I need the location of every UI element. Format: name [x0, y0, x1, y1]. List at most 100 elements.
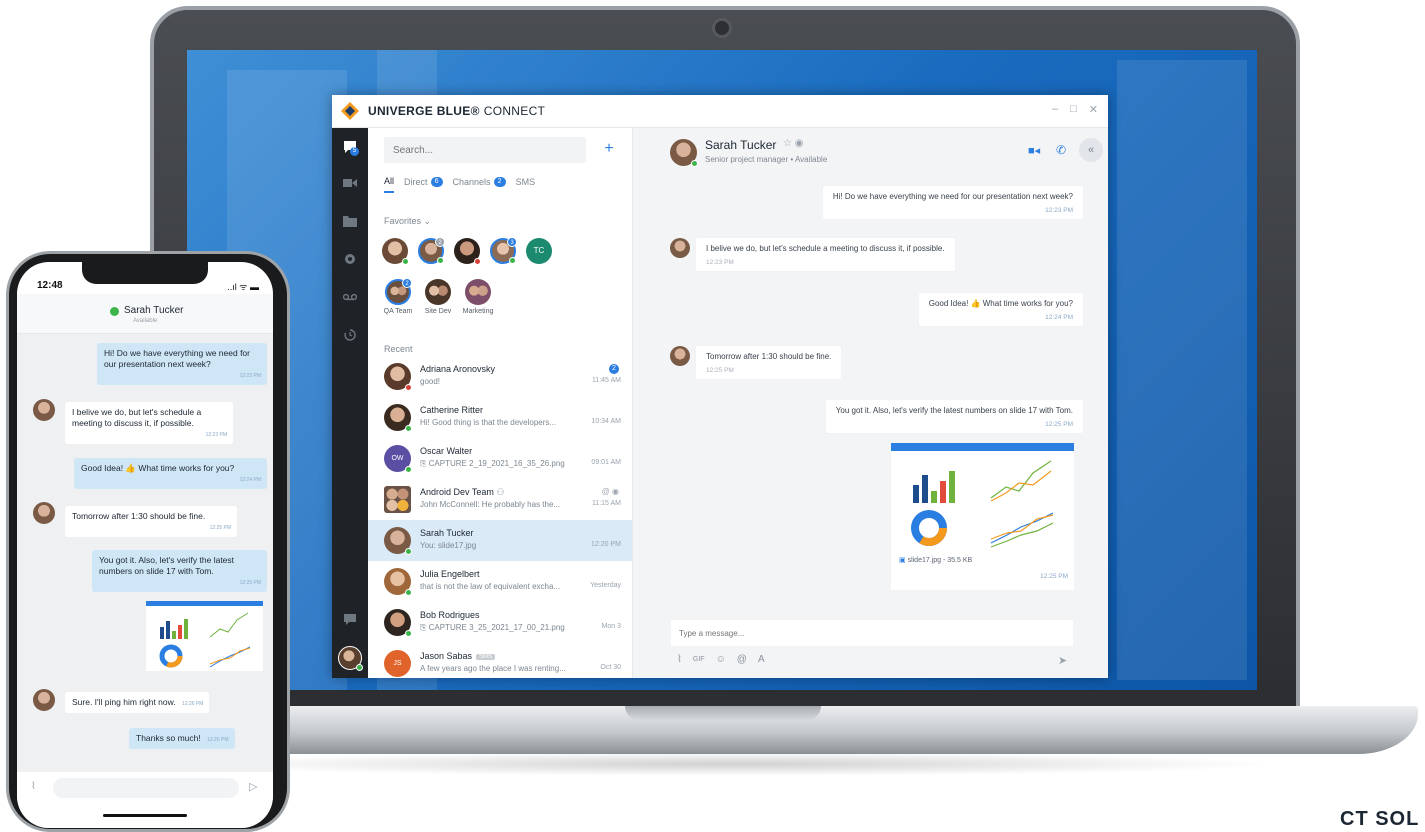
channels-count-badge: 2 — [493, 177, 506, 187]
chat-unread-badge: 5 — [350, 147, 359, 156]
favorite-group[interactable]: 2 QA Team — [382, 278, 414, 315]
avatar — [384, 404, 412, 432]
message-time: 12:23 PM — [239, 373, 261, 379]
close-button[interactable]: ✕ — [1089, 103, 1098, 116]
favorite-contact[interactable]: 2 — [418, 237, 446, 264]
favorite-star-icon[interactable]: ☆ ◉ — [783, 138, 803, 149]
list-item[interactable]: Adriana Aronovsky good! 2 11:45 AM — [368, 356, 632, 397]
favorite-contact[interactable] — [382, 238, 410, 265]
product-scene: UNIVERGE BLUE® CONNECT – □ ✕ 5 Search...… — [0, 0, 1425, 832]
gif-button[interactable]: GIF — [693, 656, 705, 663]
mention-icon[interactable]: @ — [737, 654, 747, 665]
message-outgoing: Hi! Do we have everything we need for ou… — [97, 343, 267, 385]
tab-all[interactable]: All — [384, 176, 395, 193]
group-label: Site Dev — [424, 308, 452, 315]
voicemail-icon[interactable] — [341, 288, 359, 306]
collapse-panel-icon[interactable]: « — [1079, 138, 1103, 162]
avatar[interactable] — [670, 139, 698, 167]
laptop-camera — [712, 18, 732, 38]
history-icon[interactable] — [341, 326, 359, 344]
message-preview: A few years ago the place I was renting.… — [420, 664, 566, 673]
timestamp: Yesterday — [590, 582, 621, 589]
my-avatar[interactable] — [338, 646, 363, 671]
favorites-header[interactable]: Favorites ⌄ — [384, 216, 431, 227]
chevron-down-icon: ⌄ — [423, 216, 432, 226]
favorite-contact[interactable] — [454, 238, 482, 265]
list-item[interactable]: Bob Rodrigues ⎘ CAPTURE 3_25_2021_17_00_… — [368, 602, 632, 643]
contact-name: Catherine Ritter — [420, 405, 484, 415]
avatar — [33, 399, 55, 421]
minimize-button[interactable]: – — [1052, 103, 1058, 116]
list-item[interactable]: Julia Engelbert that is not the law of e… — [368, 561, 632, 602]
send-icon[interactable]: ➤ — [1058, 654, 1067, 667]
corner-cropped-text: CT SOL — [1340, 808, 1420, 830]
chat-icon[interactable]: 5 — [341, 138, 359, 156]
favorite-contact[interactable]: TC — [526, 238, 554, 264]
phone-message-list: Hi! Do we have everything we need for ou… — [17, 334, 273, 772]
message-outgoing: Good Idea! 👍 What time works for you? 12… — [918, 293, 1083, 326]
unread-badge: 2 — [609, 364, 619, 374]
initials-avatar: OW — [384, 445, 412, 473]
message-input[interactable] — [671, 620, 1073, 646]
text-format-icon[interactable]: A — [758, 654, 765, 665]
list-item-selected[interactable]: Sarah Tucker You: slide17.jpg 12:20 PM — [368, 520, 632, 561]
group-label: Marketing — [462, 308, 494, 315]
list-item[interactable]: Android Dev Team ⚇ John McConnell: He pr… — [368, 479, 632, 520]
send-icon[interactable]: ▷ — [249, 780, 257, 793]
favorite-contact[interactable]: 3 — [490, 237, 518, 264]
video-icon[interactable] — [341, 174, 359, 192]
tab-sms[interactable]: SMS — [516, 176, 536, 193]
folder-icon[interactable] — [341, 212, 359, 230]
attach-icon[interactable]: ⌇ — [677, 654, 682, 665]
image-attachment[interactable] — [146, 601, 263, 671]
avatar — [454, 238, 481, 265]
list-item[interactable]: OW Oscar Walter ⎘ CAPTURE 2_19_2021_16_3… — [368, 438, 632, 479]
search-input[interactable] — [384, 137, 586, 163]
message-time: 12:25 PM — [1040, 573, 1068, 580]
favorite-group[interactable]: Site Dev — [422, 279, 454, 315]
message-preview: ⎘ CAPTURE 2_19_2021_16_35_26.png — [420, 459, 570, 469]
brand-product: CONNECT — [483, 104, 546, 118]
add-conversation-button[interactable]: + — [600, 140, 618, 158]
emoji-icon[interactable]: ☺ — [716, 654, 726, 665]
avatar — [33, 689, 55, 711]
message-text: Sure. I'll ping him right now. — [72, 697, 176, 707]
list-item[interactable]: JS Jason Sabas SMS A few years ago the pl… — [368, 643, 632, 678]
laptop-hinge-notch — [625, 706, 821, 720]
sms-tag: SMS — [476, 654, 496, 660]
message-incoming: Tomorrow after 1:30 should be fine. 12:2… — [65, 506, 237, 537]
presence-available-icon — [509, 257, 516, 264]
tab-sms-label: SMS — [515, 177, 536, 187]
group-name: Android Dev Team — [420, 487, 494, 497]
phone-message-input[interactable] — [53, 778, 239, 798]
message-text: Hi! Do we have everything we need for ou… — [832, 192, 1073, 201]
attach-icon[interactable]: ⌇ — [31, 781, 36, 792]
phone-call-icon[interactable]: ✆ — [1056, 143, 1066, 157]
tab-channels[interactable]: Channels 2 — [453, 176, 506, 193]
message-outgoing: You got it. Also, let's verify the lates… — [825, 400, 1083, 433]
timestamp: 09:01 AM — [591, 459, 621, 466]
message-preview: good! — [420, 377, 441, 386]
tab-direct[interactable]: Direct 6 — [404, 176, 443, 193]
image-attachment[interactable]: ▣ slide17.jpg - 35.5 KB 12:25 PM — [891, 443, 1074, 590]
favorite-group[interactable]: Marketing — [462, 279, 494, 315]
video-call-icon[interactable]: ■◂ — [1028, 144, 1040, 157]
avatar: 3 — [490, 237, 517, 264]
mention-icon: @ ◉ — [601, 487, 619, 496]
message-outgoing: You got it. Also, let's verify the lates… — [92, 550, 267, 592]
message-text: Good Idea! 👍 What time works for you? — [928, 299, 1073, 308]
contact-name-text: Jason Sabas — [420, 651, 473, 661]
message-preview: ⎘ CAPTURE 3_25_2021_17_00_21.png — [420, 623, 570, 633]
support-icon[interactable] — [341, 610, 359, 628]
tab-direct-label: Direct — [404, 177, 428, 187]
message-preview: You: slide17.jpg — [420, 541, 477, 550]
attachment-icon: ⎘ — [420, 459, 429, 468]
desktop-app-window: UNIVERGE BLUE® CONNECT – □ ✕ 5 Search...… — [332, 95, 1108, 678]
maximize-button[interactable]: □ — [1070, 103, 1077, 116]
presence-available-icon — [110, 307, 119, 316]
window-controls: – □ ✕ — [1052, 103, 1098, 116]
record-icon[interactable] — [341, 250, 359, 268]
timestamp: 10:34 AM — [591, 418, 621, 425]
list-item[interactable]: Catherine Ritter Hi! Good thing is that … — [368, 397, 632, 438]
favorite-groups-row: 2 QA Team Site Dev Marketing — [382, 278, 494, 315]
